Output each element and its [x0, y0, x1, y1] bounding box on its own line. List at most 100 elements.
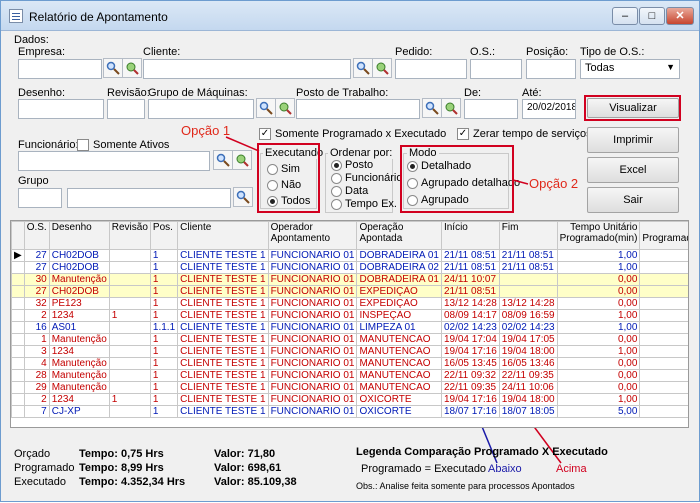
table-cell: 0,00	[556, 381, 641, 394]
row-indicator[interactable]	[11, 309, 25, 322]
column-header[interactable]: Tempo Unitário Programado(min)	[556, 221, 641, 250]
table-cell: 16/05 13:45	[440, 357, 500, 370]
table-cell: 19/04 17:16	[440, 345, 500, 358]
row-indicator[interactable]	[11, 297, 25, 310]
table-cell: 18/07 17:16	[440, 405, 500, 418]
table-row[interactable]: 2 1234 1 1 CLIENTE TESTE 1 FUNCIONARIO 01 OXIC…	[11, 393, 688, 406]
footer-executado-label: Executado	[14, 476, 66, 488]
table-cell: 02/02 14:23	[440, 321, 500, 334]
table-cell: 40,00	[639, 261, 688, 274]
row-indicator[interactable]: ▶	[11, 249, 25, 262]
table-cell: 45,00	[639, 309, 688, 322]
table-cell: CLIENTE TESTE 1	[177, 405, 269, 418]
table-cell: 0,00	[639, 381, 688, 394]
table-cell: 3	[23, 345, 50, 358]
excel-button[interactable]: Excel	[587, 157, 679, 183]
table-cell: 27	[23, 261, 50, 274]
table-cell: 16/05 13:46	[498, 357, 558, 370]
column-header[interactable]: O.S.	[23, 221, 50, 250]
table-cell: MANUTENCAO	[356, 333, 442, 346]
table-cell: 1.1.1	[149, 321, 179, 334]
table-cell: Manutenção	[48, 273, 110, 286]
table-cell	[108, 261, 151, 274]
table-cell: OXICORTE	[356, 393, 442, 406]
report-window: Relatório de Apontamento – □ ✕ Dados: Em…	[0, 0, 700, 502]
table-row[interactable]: 30 Manutenção 1 CLIENTE TESTE 1 FUNCIONARIO …	[11, 273, 688, 286]
sair-button[interactable]: Sair	[587, 187, 679, 213]
table-cell: 1	[149, 393, 179, 406]
table-cell: 60,00	[639, 393, 688, 406]
table-cell: Manutenção	[48, 357, 110, 370]
table-row[interactable]: 27 CH02DOB 1 CLIENTE TESTE 1 FUNCIONARIO 01 E…	[11, 285, 688, 298]
row-indicator[interactable]	[11, 381, 25, 394]
table-cell	[498, 285, 558, 298]
table-cell: CLIENTE TESTE 1	[177, 297, 269, 310]
table-row[interactable]: 4 Manutenção 1 CLIENTE TESTE 1 FUNCIONARIO 0…	[11, 357, 688, 370]
table-cell: 21/11 08:51	[440, 249, 500, 262]
row-indicator[interactable]	[11, 321, 25, 334]
table-cell: CLIENTE TESTE 1	[177, 273, 269, 286]
visualizar-button[interactable]: Visualizar	[587, 98, 679, 118]
table-cell: 22/11 09:35	[498, 369, 558, 382]
table-cell: 1	[149, 249, 179, 262]
table-cell: FUNCIONARIO 01	[267, 381, 358, 394]
table-row[interactable]: 3 1234 1 CLIENTE TESTE 1 FUNCIONARIO 01 MANUT…	[11, 345, 688, 358]
table-row[interactable]: 32 PE123 1 CLIENTE TESTE 1 FUNCIONARIO 01 EXP…	[11, 297, 688, 310]
row-indicator[interactable]	[11, 273, 25, 286]
table-cell	[108, 321, 151, 334]
row-indicator[interactable]	[11, 261, 25, 274]
row-indicator[interactable]	[11, 285, 25, 298]
footer-programado-valor: Valor: 698,61	[214, 462, 282, 474]
table-cell: 0,00	[556, 285, 641, 298]
table-cell: 1	[108, 309, 151, 322]
column-header[interactable]: Fim	[498, 221, 558, 250]
column-header[interactable]: Tempo Programado(min)	[639, 221, 688, 250]
results-grid[interactable]: O.S. Desenho Revisão Pos. Cliente Operad…	[10, 220, 689, 428]
table-cell	[108, 297, 151, 310]
table-cell: AS01	[48, 321, 110, 334]
footer-programado-tempo: Tempo: 8,99 Hrs	[79, 462, 164, 474]
row-indicator[interactable]	[11, 393, 25, 406]
column-header[interactable]: Pos.	[149, 221, 179, 250]
table-cell: 02/02 14:23	[498, 321, 558, 334]
table-cell: 19/04 17:16	[440, 393, 500, 406]
table-row[interactable]: 28 Manutenção 1 CLIENTE TESTE 1 FUNCIONARIO …	[11, 369, 688, 382]
table-cell: 1,00	[556, 309, 641, 322]
table-cell: FUNCIONARIO 01	[267, 309, 358, 322]
column-header[interactable]: Revisão	[108, 221, 151, 250]
table-row[interactable]: 7 CJ-XP 1 CLIENTE TESTE 1 FUNCIONARIO 01 OXIC…	[11, 405, 688, 418]
table-cell: 50,00	[639, 345, 688, 358]
table-cell: 08/09 14:17	[440, 309, 500, 322]
row-indicator[interactable]	[11, 405, 25, 418]
table-row[interactable]: 1 Manutenção 1 CLIENTE TESTE 1 FUNCIONARIO 0…	[11, 333, 688, 346]
row-indicator[interactable]	[11, 345, 25, 358]
table-cell: MANUTENCAO	[356, 345, 442, 358]
table-cell	[108, 405, 151, 418]
imprimir-button[interactable]: Imprimir	[587, 127, 679, 153]
row-indicator[interactable]	[11, 369, 25, 382]
table-cell: FUNCIONARIO 01	[267, 369, 358, 382]
column-header[interactable]: Cliente	[177, 221, 269, 250]
table-row[interactable]: 2 1234 1 1 CLIENTE TESTE 1 FUNCIONARIO 01 INSP…	[11, 309, 688, 322]
table-cell: FUNCIONARIO 01	[267, 321, 358, 334]
table-cell: FUNCIONARIO 01	[267, 333, 358, 346]
column-header[interactable]: Operador Apontamento	[267, 221, 358, 250]
table-cell: 08/09 16:59	[498, 309, 558, 322]
table-cell: 201,00	[639, 405, 688, 418]
column-header[interactable]: Operação Apontada	[356, 221, 442, 250]
table-cell: 0,00	[639, 321, 688, 334]
table-row[interactable]: 29 Manutenção 1 CLIENTE TESTE 1 FUNCIONARIO …	[11, 381, 688, 394]
table-cell: 1234	[48, 309, 110, 322]
table-cell: CLIENTE TESTE 1	[177, 393, 269, 406]
table-row[interactable]: 16 AS01 1.1.1 CLIENTE TESTE 1 FUNCIONARIO 01…	[11, 321, 688, 334]
table-cell: 1	[149, 285, 179, 298]
column-header[interactable]: Início	[440, 221, 500, 250]
column-header[interactable]: Desenho	[48, 221, 110, 250]
row-indicator[interactable]	[11, 333, 25, 346]
table-cell: Manutenção	[48, 369, 110, 382]
row-indicator[interactable]	[11, 357, 25, 370]
table-row[interactable]: ▶ 27 CH02DOB 1 CLIENTE TESTE 1 FUNCIONARIO 01…	[11, 249, 688, 262]
table-cell: 1	[149, 309, 179, 322]
table-cell: 40,00	[639, 249, 688, 262]
table-row[interactable]: 27 CH02DOB 1 CLIENTE TESTE 1 FUNCIONARIO 01 D…	[11, 261, 688, 274]
